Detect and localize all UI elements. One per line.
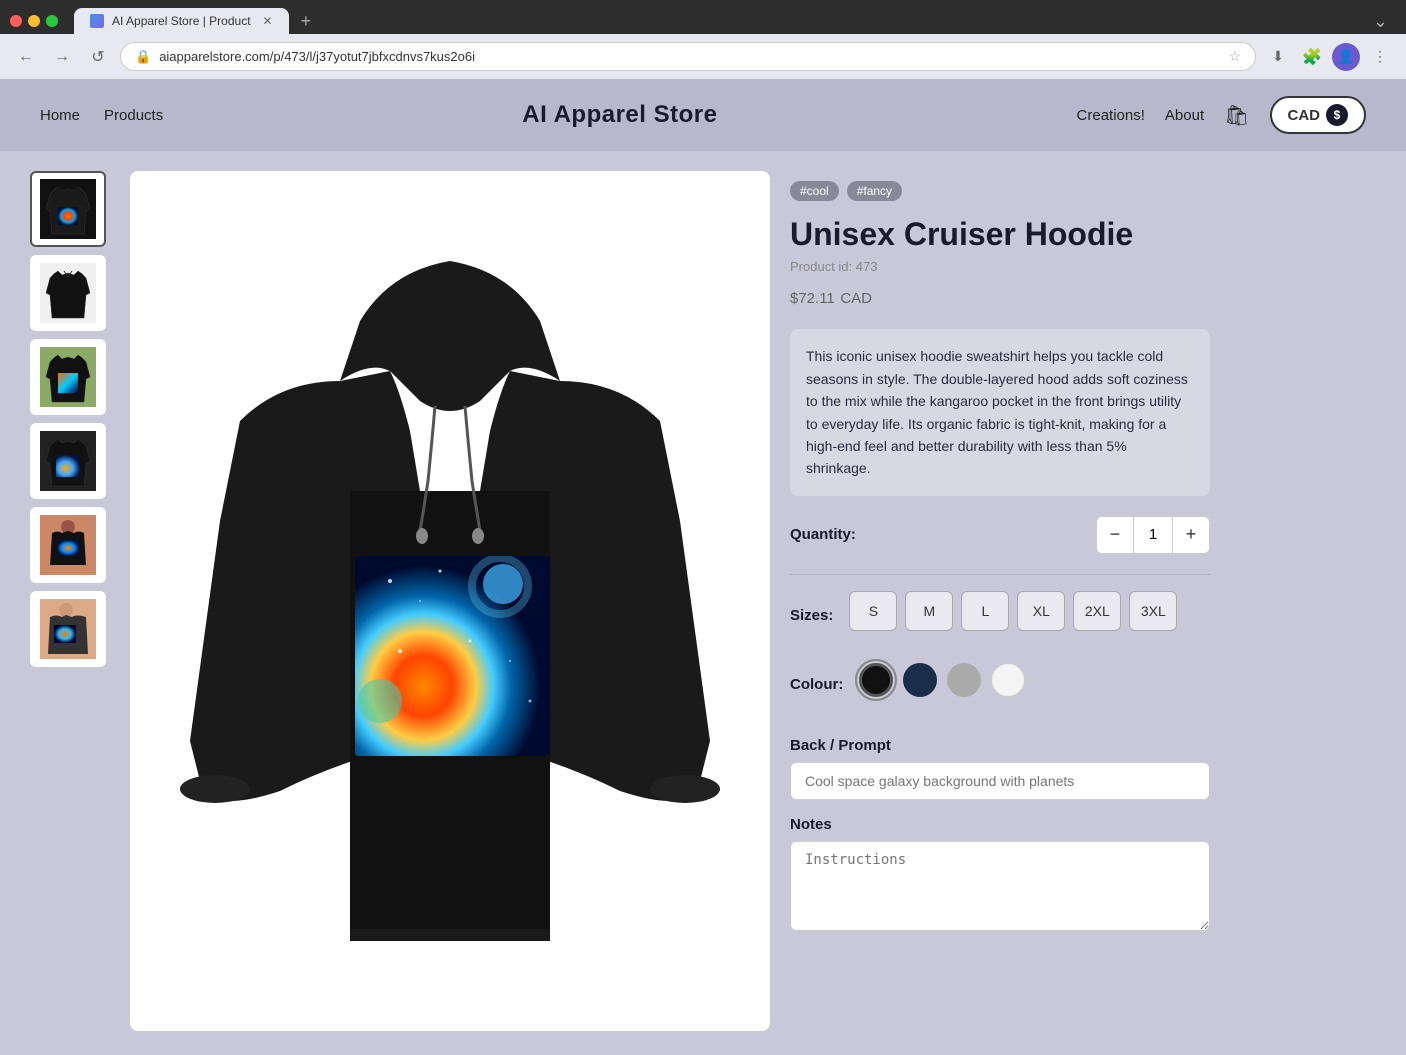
nav-products[interactable]: Products (104, 107, 163, 124)
download-icon[interactable]: ⬇ (1264, 43, 1292, 71)
price-value: $72.11 (790, 290, 835, 307)
traffic-lights (10, 15, 58, 27)
colour-white-swatch[interactable] (991, 663, 1025, 697)
reload-button[interactable]: ↺ (84, 43, 112, 71)
nav-left: Home Products (40, 107, 163, 124)
tab-title: AI Apparel Store | Product (112, 14, 251, 28)
profile-icon[interactable]: 👤 (1332, 43, 1360, 71)
divider (790, 574, 1210, 575)
nav-right: Creations! About 🛍 CAD $ (1077, 96, 1366, 134)
extensions-icon[interactable]: 🧩 (1298, 43, 1326, 71)
tab-close-icon[interactable]: ✕ (263, 14, 273, 28)
hoodie-illustration (160, 241, 740, 961)
quantity-row: Quantity: − 1 + (790, 516, 1210, 554)
thumbnail-6[interactable] (30, 591, 106, 667)
tab-favicon-icon (90, 14, 104, 28)
thumbnail-3[interactable] (30, 339, 106, 415)
main-product-image (130, 171, 770, 1031)
sizes-section: Sizes: S M L XL 2XL 3XL (790, 591, 1210, 651)
notes-label: Notes (790, 816, 1210, 833)
product-price: $72.11 CAD (790, 286, 1210, 309)
nav-creations[interactable]: Creations! (1077, 107, 1145, 124)
product-description: This iconic unisex hoodie sweatshirt hel… (790, 329, 1210, 495)
colour-grey-swatch[interactable] (947, 663, 981, 697)
product-tags: #cool #fancy (790, 181, 1210, 201)
active-tab[interactable]: AI Apparel Store | Product ✕ (74, 8, 289, 34)
quantity-control: − 1 + (1096, 516, 1210, 554)
sizes-row: S M L XL 2XL 3XL (849, 591, 1177, 631)
size-2xl-button[interactable]: 2XL (1073, 591, 1121, 631)
cad-dollar-icon: $ (1326, 104, 1348, 126)
store-title: AI Apparel Store (163, 101, 1076, 129)
thumbnail-5[interactable] (30, 507, 106, 583)
thumbnail-4[interactable] (30, 423, 106, 499)
new-tab-button[interactable]: + (295, 11, 318, 32)
quantity-value: 1 (1133, 517, 1173, 553)
notes-textarea[interactable] (790, 841, 1210, 931)
colour-navy-swatch[interactable] (903, 663, 937, 697)
back-button[interactable]: ← (12, 43, 40, 71)
nav-home[interactable]: Home (40, 107, 80, 124)
cart-icon[interactable]: 🛍 (1224, 103, 1249, 128)
colour-section: Colour: (790, 663, 1210, 717)
colour-black-swatch[interactable] (859, 663, 893, 697)
size-m-button[interactable]: M (905, 591, 953, 631)
price-currency: CAD (840, 290, 872, 307)
prompt-label: Back / Prompt (790, 737, 1210, 754)
close-window-btn[interactable] (10, 15, 22, 27)
thumbnail-1[interactable] (30, 171, 106, 247)
product-details-panel: #cool #fancy Unisex Cruiser Hoodie Produ… (790, 171, 1210, 1031)
quantity-decrease-button[interactable]: − (1097, 517, 1133, 553)
product-id: Product id: 473 (790, 259, 1210, 274)
cad-label: CAD (1288, 107, 1321, 124)
browser-toolbar: ← → ↺ 🔒 aiapparelstore.com/p/473/l/j37yo… (0, 34, 1406, 79)
prompt-input[interactable] (790, 762, 1210, 800)
main-content: #cool #fancy Unisex Cruiser Hoodie Produ… (0, 151, 1406, 1051)
menu-icon[interactable]: ⋮ (1366, 43, 1394, 71)
prompt-section: Back / Prompt (790, 737, 1210, 816)
tab-list-icon[interactable]: ⌄ (1373, 11, 1388, 32)
thumbnail-2[interactable] (30, 255, 106, 331)
store-header: Home Products AI Apparel Store Creations… (0, 79, 1406, 151)
forward-button[interactable]: → (48, 43, 76, 71)
tag-cool: #cool (790, 181, 839, 201)
url-bar[interactable]: 🔒 aiapparelstore.com/p/473/l/j37yotut7jb… (120, 42, 1256, 71)
size-l-button[interactable]: L (961, 591, 1009, 631)
url-text: aiapparelstore.com/p/473/l/j37yotut7jbfx… (159, 49, 1220, 64)
size-xl-button[interactable]: XL (1017, 591, 1065, 631)
bookmark-icon[interactable]: ☆ (1228, 48, 1241, 65)
cad-button[interactable]: CAD $ (1270, 96, 1367, 134)
quantity-label: Quantity: (790, 526, 856, 543)
tag-fancy: #fancy (847, 181, 902, 201)
thumbnail-sidebar (30, 171, 110, 1031)
nav-about[interactable]: About (1165, 107, 1204, 124)
product-title: Unisex Cruiser Hoodie (790, 215, 1210, 253)
size-3xl-button[interactable]: 3XL (1129, 591, 1177, 631)
toolbar-icons: ⬇ 🧩 👤 ⋮ (1264, 43, 1394, 71)
tab-bar: AI Apparel Store | Product ✕ + ⌄ (10, 8, 1396, 34)
sizes-label: Sizes: (790, 607, 833, 624)
browser-chrome: AI Apparel Store | Product ✕ + ⌄ (0, 0, 1406, 34)
lock-icon: 🔒 (135, 49, 151, 65)
fullscreen-window-btn[interactable] (46, 15, 58, 27)
notes-section: Notes (790, 816, 1210, 936)
quantity-increase-button[interactable]: + (1173, 517, 1209, 553)
minimize-window-btn[interactable] (28, 15, 40, 27)
size-s-button[interactable]: S (849, 591, 897, 631)
colour-swatches (859, 663, 1025, 697)
colour-label: Colour: (790, 676, 843, 693)
